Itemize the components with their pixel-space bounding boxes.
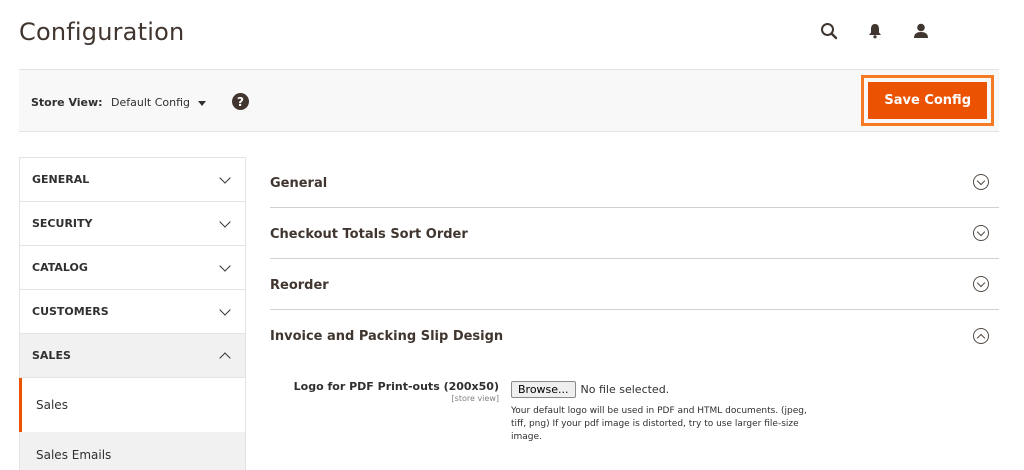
sidebar-item-general[interactable]: GENERAL <box>19 157 246 201</box>
collapse-icon <box>973 327 989 344</box>
sidebar-item-label: SALES <box>32 349 71 362</box>
chevron-down-icon <box>219 171 231 184</box>
sidebar-item-label: CUSTOMERS <box>32 305 109 318</box>
section-general[interactable]: General <box>270 157 999 208</box>
file-input: Browse... No file selected. <box>511 381 669 398</box>
save-config-button[interactable]: Save Config <box>868 82 987 119</box>
sidebar-item-security[interactable]: SECURITY <box>19 201 246 245</box>
sidebar-item-label: CATALOG <box>32 261 88 274</box>
page-title: Configuration <box>19 18 185 46</box>
section-title: Checkout Totals Sort Order <box>270 226 468 242</box>
help-icon[interactable]: ? <box>232 93 249 110</box>
sidebar-subitem-sales[interactable]: Sales <box>19 378 246 432</box>
expand-icon <box>973 174 989 190</box>
section-title: Invoice and Packing Slip Design <box>270 329 504 344</box>
sales-subitems: Sales Sales Emails <box>19 377 246 470</box>
browse-button[interactable]: Browse... <box>511 381 576 398</box>
field-note: Your default logo will be used in PDF an… <box>511 406 807 442</box>
expand-icon <box>973 276 989 292</box>
store-view-bar: Store View: Default Config ? Save Config <box>19 69 999 132</box>
store-view-switcher[interactable]: Default Config <box>111 96 206 109</box>
section-reorder[interactable]: Reorder <box>270 259 999 310</box>
chevron-down-icon <box>219 303 231 316</box>
file-status: No file selected. <box>580 383 670 396</box>
expand-icon <box>973 225 989 241</box>
section-title: Reorder <box>270 277 329 293</box>
sidebar-subitem-sales-emails[interactable]: Sales Emails <box>19 432 246 470</box>
config-sections: General Checkout Totals Sort Order Reord… <box>270 157 999 361</box>
header-actions <box>806 19 944 43</box>
sidebar-item-label: GENERAL <box>32 173 90 186</box>
save-highlight: Save Config <box>861 75 994 126</box>
chevron-down-icon <box>219 259 231 272</box>
section-title: General <box>270 175 328 191</box>
section-invoice-packing-slip-design[interactable]: Invoice and Packing Slip Design <box>270 310 999 361</box>
sidebar-item-sales[interactable]: SALES <box>19 333 246 377</box>
search-icon[interactable] <box>806 19 852 43</box>
field-scope: [store view] <box>451 394 499 403</box>
sidebar-item-label: SECURITY <box>32 217 93 230</box>
chevron-down-icon <box>219 215 231 228</box>
section-checkout-totals-sort-order[interactable]: Checkout Totals Sort Order <box>270 208 999 259</box>
caret-down-icon <box>197 100 206 106</box>
config-sidebar: GENERAL SECURITY CATALOG CUSTOMERS SALES… <box>19 157 246 470</box>
field-label: Logo for PDF Print-outs (200x50) <box>293 380 499 393</box>
chevron-up-icon <box>219 351 231 364</box>
bell-icon[interactable] <box>852 19 898 43</box>
store-view-current: Default Config <box>111 96 190 109</box>
sidebar-item-catalog[interactable]: CATALOG <box>19 245 246 289</box>
store-view-label: Store View: <box>31 96 103 109</box>
sidebar-item-customers[interactable]: CUSTOMERS <box>19 289 246 333</box>
user-icon[interactable] <box>898 19 944 43</box>
